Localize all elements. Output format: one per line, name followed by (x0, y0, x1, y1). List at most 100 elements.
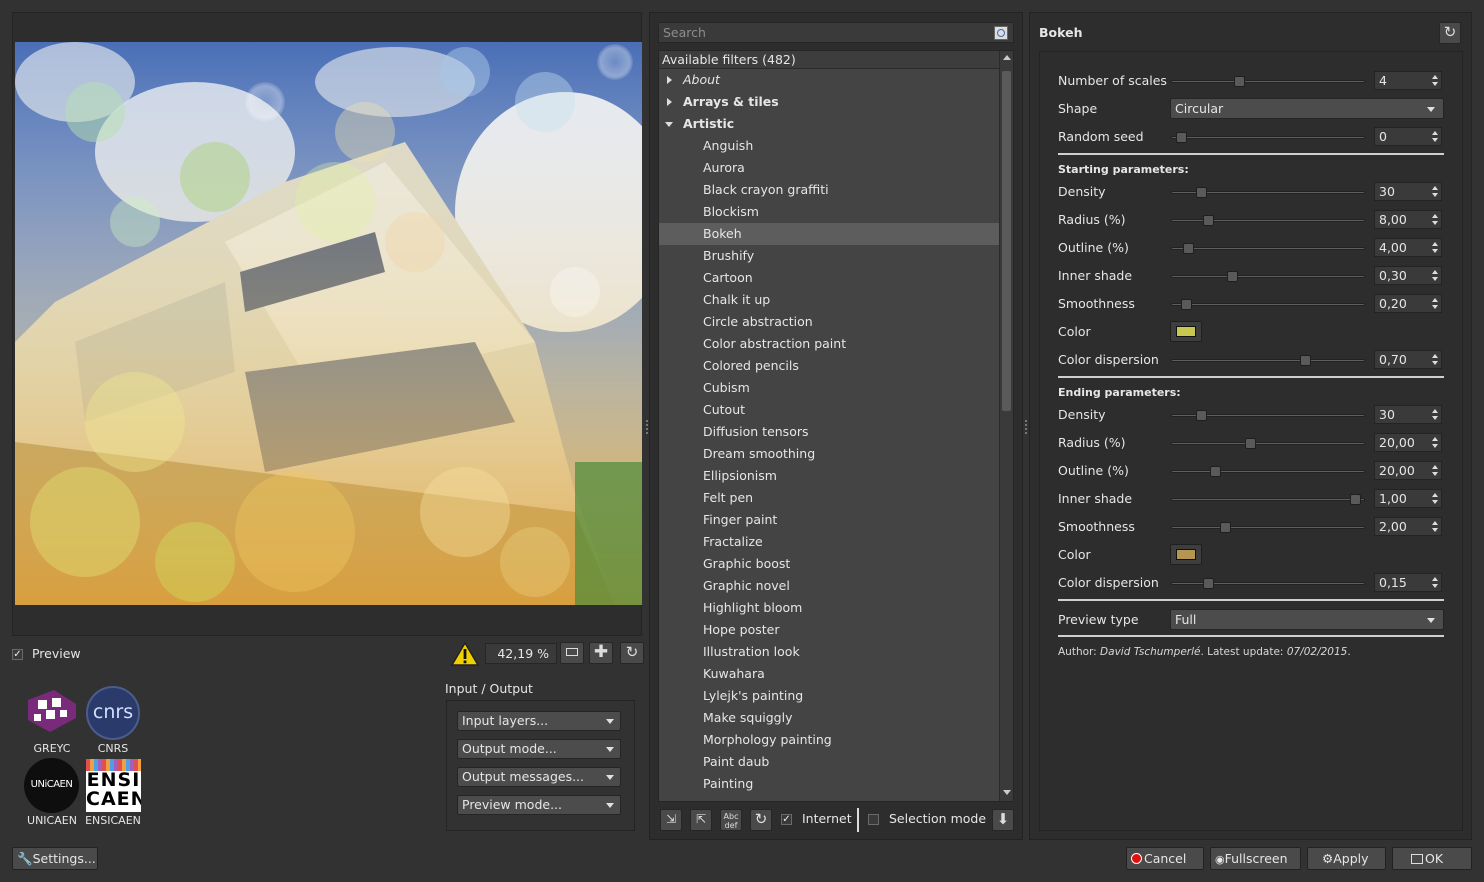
slider-handle[interactable] (1245, 438, 1256, 449)
slider-handle[interactable] (1350, 494, 1361, 505)
spin-up-icon[interactable] (1432, 75, 1438, 79)
spin-up-icon[interactable] (1432, 214, 1438, 218)
filter-item[interactable]: Illustration look (659, 641, 1000, 663)
filter-item[interactable]: Aurora (659, 157, 1000, 179)
filter-item[interactable]: Colored pencils (659, 355, 1000, 377)
param-slider[interactable] (1171, 243, 1365, 254)
filter-item[interactable]: Felt pen (659, 487, 1000, 509)
preview-checkbox[interactable]: ✓ Preview (12, 647, 81, 661)
update-filters-button[interactable]: ↻ (750, 809, 772, 831)
filter-item[interactable]: Diffusion tensors (659, 421, 1000, 443)
param-slider[interactable] (1171, 132, 1365, 143)
scroll-down-icon[interactable] (1003, 790, 1011, 795)
filter-item[interactable]: Kuwahara (659, 663, 1000, 685)
filter-item[interactable]: Black crayon graffiti (659, 179, 1000, 201)
filter-tree-scrollbar[interactable] (999, 51, 1013, 801)
filter-item[interactable]: Dream smoothing (659, 443, 1000, 465)
filter-item[interactable]: Fractalize (659, 531, 1000, 553)
filter-item[interactable]: Painting (659, 773, 1000, 795)
tree-category-row[interactable]: Arrays & tiles (659, 91, 1000, 113)
preview-type-combo[interactable]: Full (1170, 609, 1444, 630)
param-slider[interactable] (1171, 522, 1365, 533)
reset-parameters-button[interactable]: ↻ (1439, 22, 1461, 44)
spin-up-icon[interactable] (1432, 354, 1438, 358)
param-slider[interactable] (1171, 187, 1365, 198)
spin-up-icon[interactable] (1432, 577, 1438, 581)
param-spinbox[interactable]: 20,00 (1374, 461, 1442, 480)
param-spinbox[interactable]: 1,00 (1374, 489, 1442, 508)
filter-item[interactable]: Morphology painting (659, 729, 1000, 751)
param-slider[interactable] (1171, 410, 1365, 421)
spin-down-icon[interactable] (1432, 138, 1438, 142)
filter-item[interactable]: Hope poster (659, 619, 1000, 641)
color-swatch-button[interactable] (1170, 321, 1202, 342)
param-spinbox[interactable]: 0,15 (1374, 573, 1442, 592)
unicaen-logo[interactable]: UNiCAEN (24, 758, 79, 813)
param-slider[interactable] (1171, 355, 1365, 366)
slider-handle[interactable] (1181, 299, 1192, 310)
spin-down-icon[interactable] (1432, 277, 1438, 281)
color-swatch-button[interactable] (1170, 544, 1202, 565)
param-spinbox[interactable]: 2,00 (1374, 517, 1442, 536)
spin-down-icon[interactable] (1432, 528, 1438, 532)
shape-combo[interactable]: Circular (1170, 98, 1444, 119)
param-slider[interactable] (1171, 466, 1365, 477)
apply-button[interactable]: ⚙Apply (1307, 847, 1386, 870)
spin-down-icon[interactable] (1432, 305, 1438, 309)
param-slider[interactable] (1171, 271, 1365, 282)
filter-item[interactable]: Anguish (659, 135, 1000, 157)
param-spinbox[interactable]: 4 (1374, 71, 1442, 90)
spin-up-icon[interactable] (1432, 186, 1438, 190)
zoom-out-button[interactable] (560, 642, 584, 664)
filter-item[interactable]: Cartoon (659, 267, 1000, 289)
filter-item[interactable]: Circle abstraction (659, 311, 1000, 333)
spin-down-icon[interactable] (1432, 444, 1438, 448)
ok-button[interactable]: OK (1392, 847, 1472, 870)
slider-handle[interactable] (1183, 243, 1194, 254)
zoom-in-button[interactable]: ✚ (589, 642, 613, 664)
spin-up-icon[interactable] (1432, 131, 1438, 135)
preview-image[interactable] (15, 42, 642, 605)
rename-fave-button[interactable]: Abc def (720, 809, 742, 831)
checkbox-icon[interactable] (868, 814, 879, 825)
slider-handle[interactable] (1210, 466, 1221, 477)
reset-zoom-button[interactable]: ↻ (620, 642, 644, 664)
filter-item[interactable]: Graphic novel (659, 575, 1000, 597)
spin-up-icon[interactable] (1432, 409, 1438, 413)
fullscreen-button[interactable]: ◉Fullscreen (1210, 847, 1301, 870)
spin-up-icon[interactable] (1432, 465, 1438, 469)
filter-item[interactable]: Chalk it up (659, 289, 1000, 311)
spin-up-icon[interactable] (1432, 242, 1438, 246)
greyc-logo[interactable] (24, 688, 80, 739)
search-input[interactable]: Search (658, 22, 1014, 43)
slider-handle[interactable] (1176, 132, 1187, 143)
filter-item[interactable]: Make squiggly (659, 707, 1000, 729)
filter-item[interactable]: Paint daub (659, 751, 1000, 773)
slider-handle[interactable] (1203, 215, 1214, 226)
cancel-button[interactable]: Cancel (1126, 847, 1204, 870)
slider-handle[interactable] (1196, 187, 1207, 198)
spin-down-icon[interactable] (1432, 82, 1438, 86)
chevron-right-icon[interactable] (667, 98, 672, 106)
spin-down-icon[interactable] (1432, 221, 1438, 225)
ensicaen-logo[interactable]: ENSI CAEN (86, 759, 141, 812)
selection-mode-checkbox[interactable]: Selection mode (868, 812, 986, 826)
param-spinbox[interactable]: 0,30 (1374, 266, 1442, 285)
checkbox-icon[interactable]: ✓ (12, 649, 23, 660)
search-icon[interactable] (994, 26, 1008, 40)
slider-handle[interactable] (1234, 76, 1245, 87)
filter-item[interactable]: Color abstraction paint (659, 333, 1000, 355)
filter-item[interactable]: Bokeh (659, 223, 1000, 245)
param-slider[interactable] (1171, 215, 1365, 226)
tree-category-row[interactable]: Artistic (659, 113, 1000, 135)
chevron-right-icon[interactable] (667, 76, 672, 84)
filter-item[interactable]: Cubism (659, 377, 1000, 399)
param-spinbox[interactable]: 20,00 (1374, 433, 1442, 452)
spin-up-icon[interactable] (1432, 493, 1438, 497)
spin-down-icon[interactable] (1432, 249, 1438, 253)
spin-down-icon[interactable] (1432, 500, 1438, 504)
add-fave-button[interactable]: ⇲ (660, 809, 682, 831)
spin-down-icon[interactable] (1432, 472, 1438, 476)
spin-down-icon[interactable] (1432, 416, 1438, 420)
slider-handle[interactable] (1196, 410, 1207, 421)
